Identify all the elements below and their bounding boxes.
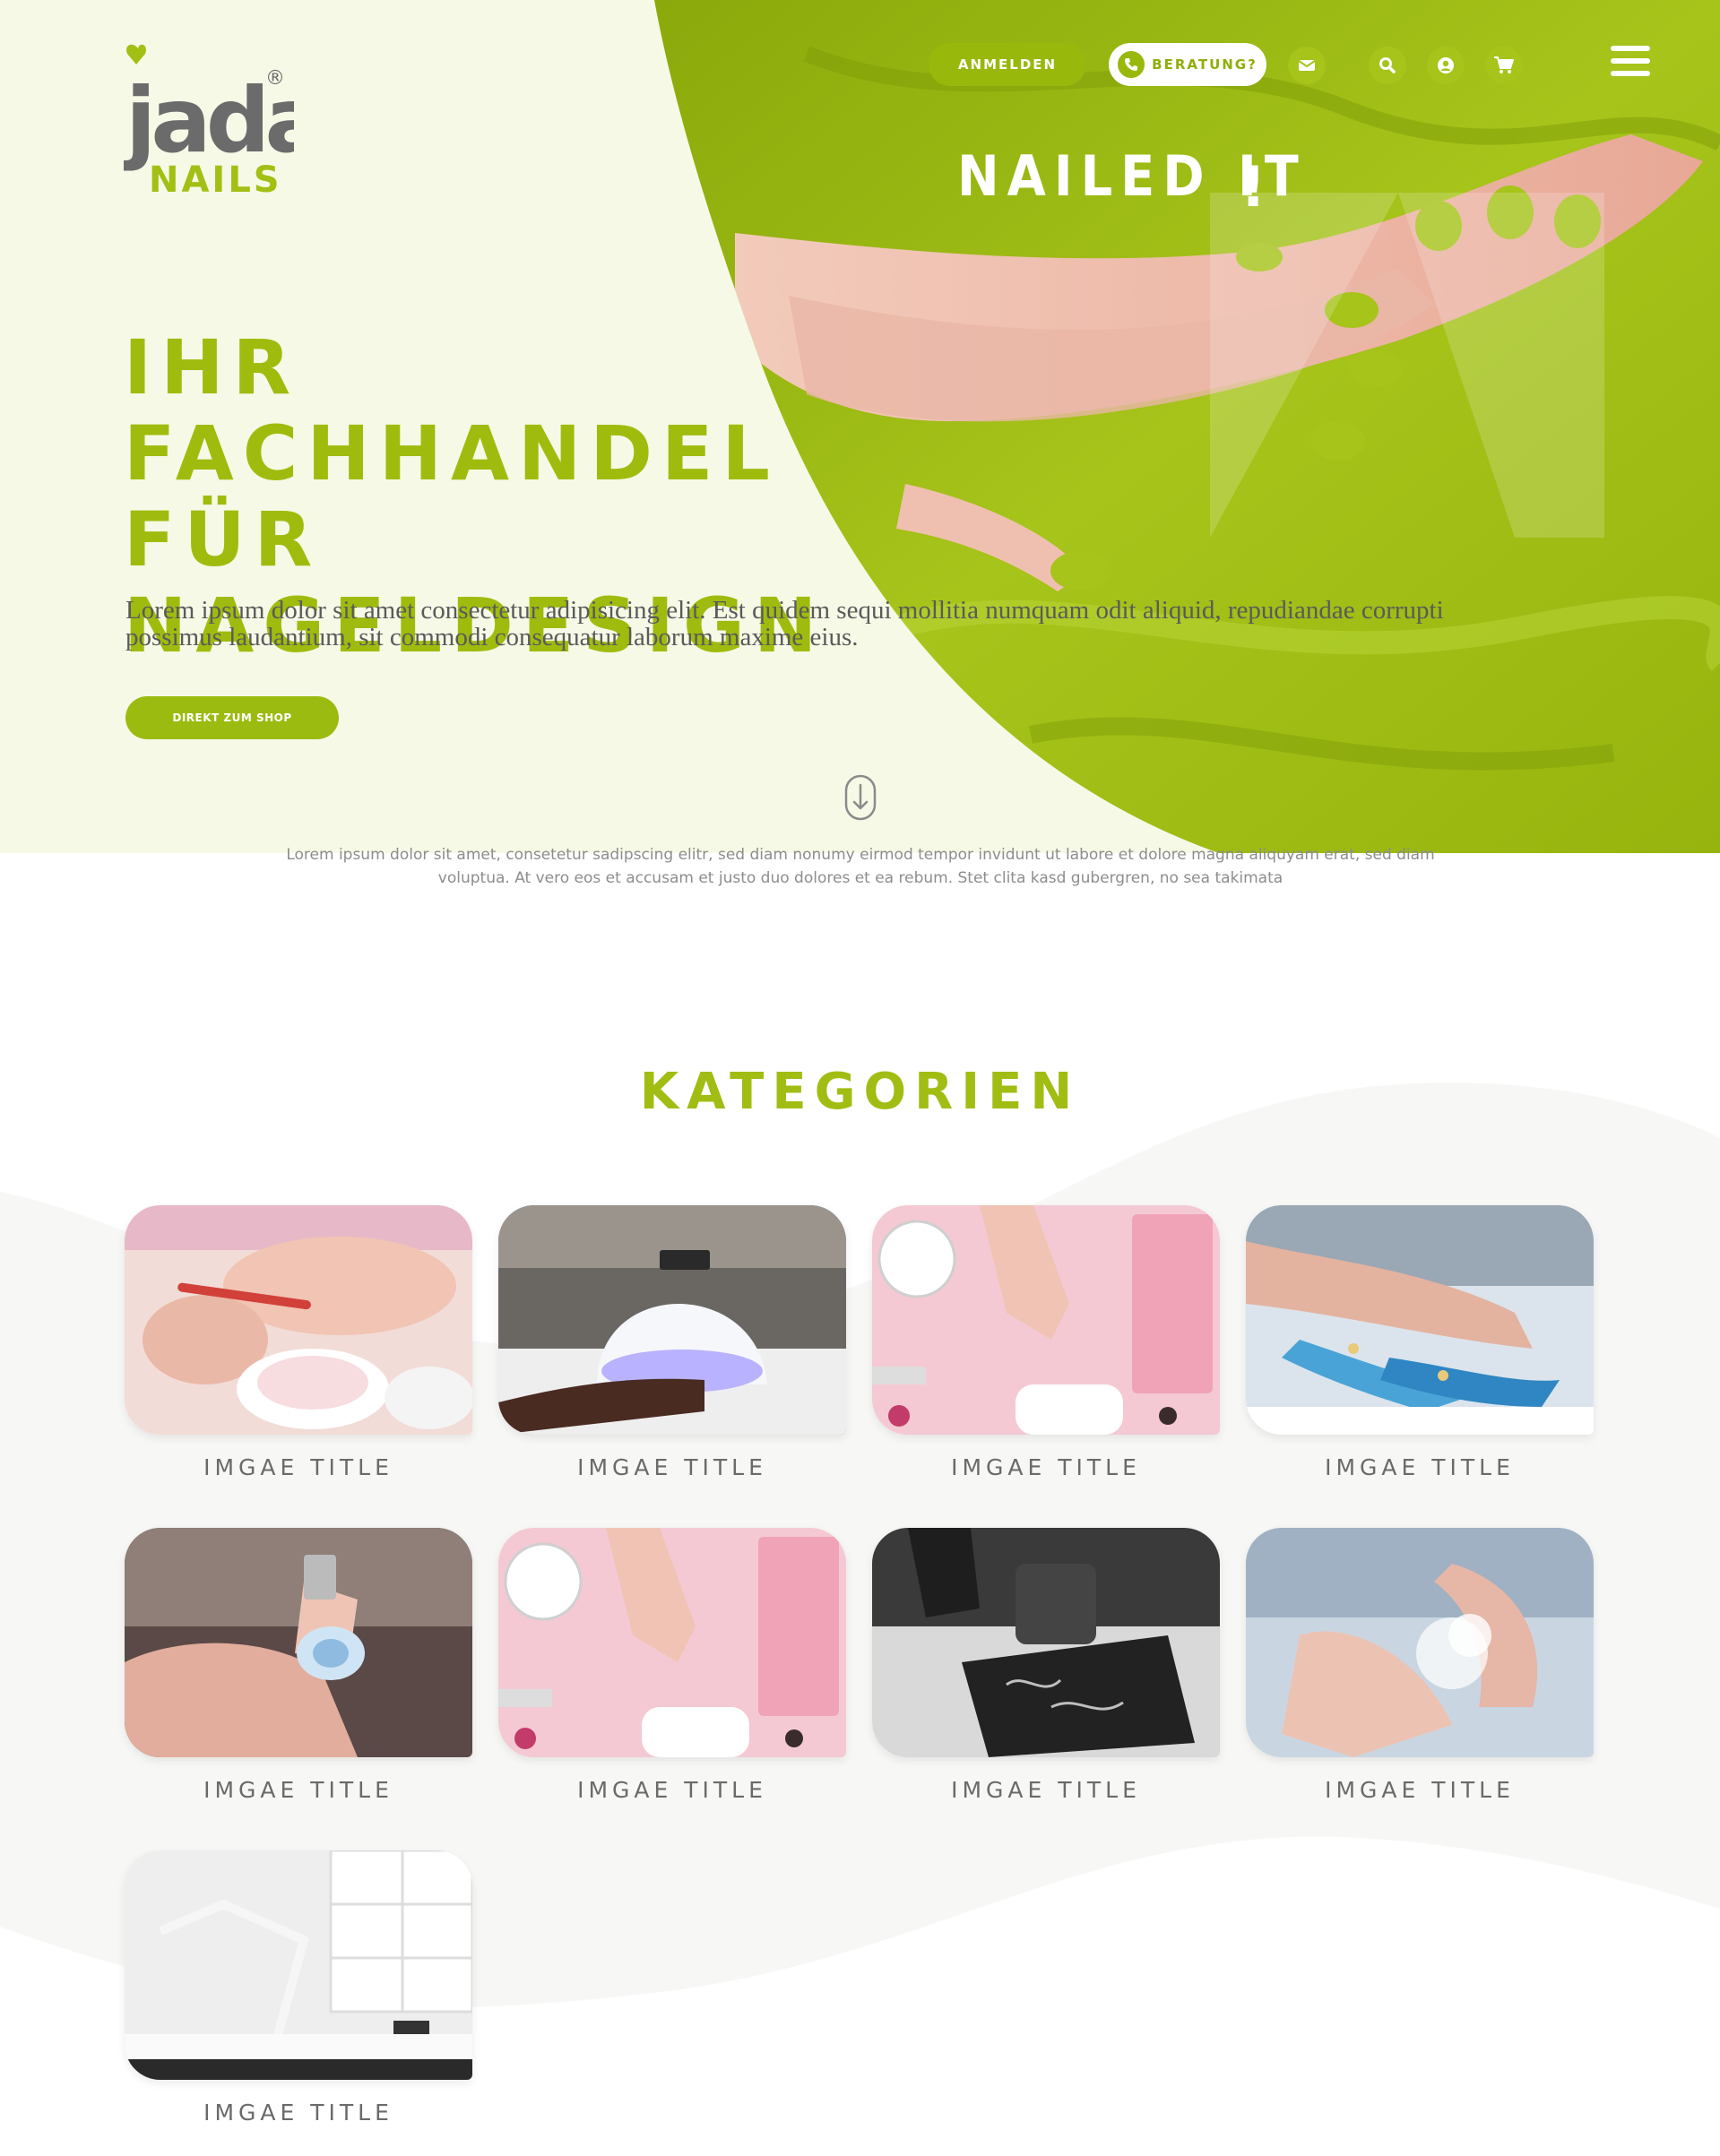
category-image bbox=[1246, 1528, 1594, 1757]
scroll-down-icon[interactable] bbox=[844, 774, 877, 821]
hero-lead-text: Lorem ipsum dolor sit amet consectetur a… bbox=[125, 596, 1444, 651]
mail-icon[interactable] bbox=[1288, 47, 1326, 84]
category-title: IMGAE TITLE bbox=[1325, 1777, 1515, 1803]
cart-icon[interactable] bbox=[1485, 47, 1523, 84]
category-card[interactable]: IMGAE TITLE bbox=[1246, 1528, 1594, 1803]
category-image bbox=[125, 1528, 472, 1757]
category-image bbox=[498, 1528, 846, 1757]
svg-text:NAILS: NAILS bbox=[149, 160, 282, 201]
category-image bbox=[498, 1205, 846, 1435]
login-button[interactable]: ANMELDEN bbox=[929, 43, 1086, 86]
category-grid: IMGAE TITLE IMGAE TITLE IMGAE TITLE IMGA… bbox=[125, 1205, 1598, 2126]
category-title: IMGAE TITLE bbox=[951, 1454, 1141, 1480]
category-card[interactable]: IMGAE TITLE bbox=[1246, 1205, 1594, 1480]
category-image bbox=[1246, 1205, 1594, 1435]
category-image bbox=[125, 1205, 472, 1435]
category-title: IMGAE TITLE bbox=[1325, 1454, 1515, 1480]
hero-section: jada NAILS ® ANMELDEN BERATUNG? NAILED I… bbox=[0, 0, 1720, 853]
category-title: IMGAE TITLE bbox=[203, 2100, 393, 2126]
categories-heading: KATEGORIEN bbox=[639, 1063, 1081, 1121]
category-title: IMGAE TITLE bbox=[577, 1454, 767, 1480]
intro-text: Lorem ipsum dolor sit amet, consetetur s… bbox=[286, 846, 1435, 887]
menu-icon[interactable] bbox=[1611, 43, 1650, 79]
shop-cta-button[interactable]: DIREKT ZUM SHOP bbox=[125, 696, 339, 739]
category-title: IMGAE TITLE bbox=[577, 1777, 767, 1803]
category-card[interactable]: IMGAE TITLE bbox=[498, 1528, 846, 1803]
headline-line: IHR FACHHANDEL bbox=[124, 323, 779, 497]
category-card[interactable]: IMGAE TITLE bbox=[872, 1528, 1220, 1803]
category-card[interactable]: IMGAE TITLE bbox=[125, 1528, 472, 1803]
exclamation-mark-icon: ! bbox=[1240, 154, 1266, 220]
category-card[interactable]: IMGAE TITLE bbox=[125, 1205, 472, 1480]
category-title: IMGAE TITLE bbox=[951, 1777, 1141, 1803]
search-icon[interactable] bbox=[1369, 47, 1406, 84]
jada-nails-logo[interactable]: jada NAILS ® bbox=[124, 39, 294, 210]
category-image bbox=[125, 1850, 472, 2080]
advice-button[interactable]: BERATUNG? bbox=[1109, 43, 1266, 86]
svg-text:®: ® bbox=[265, 67, 285, 90]
advice-label: BERATUNG? bbox=[1152, 56, 1258, 73]
category-title: IMGAE TITLE bbox=[203, 1777, 393, 1803]
category-image bbox=[872, 1205, 1220, 1435]
phone-icon bbox=[1118, 51, 1145, 78]
category-card[interactable]: IMGAE TITLE bbox=[872, 1205, 1220, 1480]
user-icon[interactable] bbox=[1427, 47, 1465, 84]
headline-line: FÜR bbox=[124, 496, 322, 583]
category-card[interactable]: IMGAE TITLE bbox=[125, 1850, 472, 2126]
category-title: IMGAE TITLE bbox=[203, 1454, 393, 1480]
category-card[interactable]: IMGAE TITLE bbox=[498, 1205, 846, 1480]
category-image bbox=[872, 1528, 1220, 1757]
